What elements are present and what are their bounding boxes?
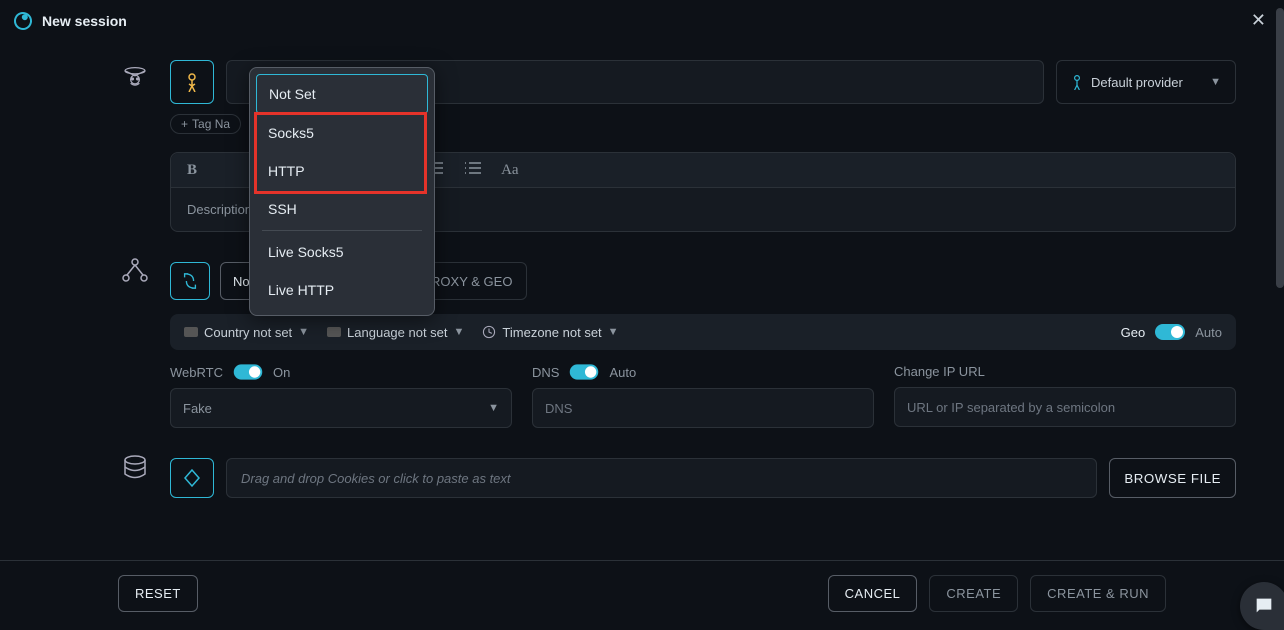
chevron-down-icon: ▼ <box>608 326 619 338</box>
cancel-button[interactable]: CANCEL <box>828 575 918 612</box>
plus-icon: + <box>181 117 188 131</box>
create-button[interactable]: CREATE <box>929 575 1018 612</box>
dropdown-item-socks5[interactable]: Socks5 <box>256 114 428 152</box>
country-select[interactable]: Country not set ▼ <box>184 325 309 340</box>
timezone-select[interactable]: Timezone not set ▼ <box>482 325 618 340</box>
chevron-down-icon: ▼ <box>298 326 309 338</box>
cookies-dropzone[interactable]: Drag and drop Cookies or click to paste … <box>226 458 1097 498</box>
scrollbar[interactable] <box>1276 8 1284 288</box>
database-icon <box>120 452 150 482</box>
app-icon <box>11 9 34 32</box>
change-ip-input-wrap <box>894 387 1236 427</box>
auto-label: Auto <box>1195 325 1222 340</box>
chevron-down-icon: ▼ <box>1210 76 1221 88</box>
dropdown-item-not-set[interactable]: Not Set <box>256 74 428 114</box>
dropdown-separator <box>262 230 422 231</box>
cookies-placeholder: Drag and drop Cookies or click to paste … <box>241 471 511 486</box>
chevron-down-icon: ▼ <box>454 326 465 338</box>
dns-toggle[interactable] <box>570 364 599 379</box>
dns-status: Auto <box>609 365 636 380</box>
font-size-button[interactable]: Aa <box>501 162 519 179</box>
modal-title: New session <box>42 13 127 29</box>
dropdown-item-live-http[interactable]: Live HTTP <box>256 271 428 309</box>
webrtc-value: Fake <box>183 401 212 416</box>
geo-auto-toggle[interactable] <box>1155 324 1185 340</box>
webrtc-toggle[interactable] <box>234 364 263 379</box>
dns-input-wrap <box>532 388 874 428</box>
provider-select[interactable]: Default provider ▼ <box>1056 60 1236 104</box>
language-select[interactable]: Language not set ▼ <box>327 325 464 340</box>
webrtc-mode-select[interactable]: Fake ▼ <box>170 388 512 428</box>
geo-bar: Country not set ▼ Language not set ▼ Tim… <box>170 314 1236 350</box>
chat-button[interactable] <box>1240 582 1284 630</box>
bold-button[interactable]: B <box>187 162 197 179</box>
reset-button[interactable]: RESET <box>118 575 198 612</box>
webrtc-status: On <box>273 365 290 380</box>
webrtc-label: WebRTC <box>170 365 223 380</box>
dropdown-item-ssh[interactable]: SSH <box>256 190 428 228</box>
close-icon[interactable]: ✕ <box>1247 10 1270 31</box>
change-ip-input[interactable] <box>907 400 1223 415</box>
dropdown-item-http[interactable]: HTTP <box>256 152 428 190</box>
create-run-button[interactable]: CREATE & RUN <box>1030 575 1166 612</box>
numbered-list-button[interactable] <box>463 161 481 179</box>
flag-icon <box>184 327 198 337</box>
change-ip-label: Change IP URL <box>894 364 985 379</box>
flag-icon <box>327 327 341 337</box>
geo-label: Geo <box>1121 325 1146 340</box>
fingerprint-button[interactable] <box>170 60 214 104</box>
dns-label: DNS <box>532 365 559 380</box>
network-icon <box>120 256 150 286</box>
modal-header: New session ✕ <box>0 0 1284 41</box>
add-tag-button[interactable]: + Tag Na <box>170 114 241 134</box>
tag-label: Tag Na <box>192 117 230 131</box>
browse-file-button[interactable]: BROWSE FILE <box>1109 458 1236 498</box>
clock-icon <box>482 325 496 339</box>
chevron-down-icon: ▼ <box>488 402 499 414</box>
dropdown-item-live-socks5[interactable]: Live Socks5 <box>256 233 428 271</box>
proxy-type-dropdown: Not Set Socks5 HTTP SSH Live Socks5 Live… <box>249 67 435 316</box>
dns-input[interactable] <box>545 401 861 416</box>
proxy-refresh-button[interactable] <box>170 262 210 300</box>
profile-icon <box>120 62 150 92</box>
provider-label: Default provider <box>1091 75 1183 90</box>
modal-footer: RESET CANCEL CREATE CREATE & RUN <box>0 560 1284 626</box>
cookies-icon-button[interactable] <box>170 458 214 498</box>
modal-content: Default provider ▼ + Tag Na B ¶ <box>0 40 1276 560</box>
